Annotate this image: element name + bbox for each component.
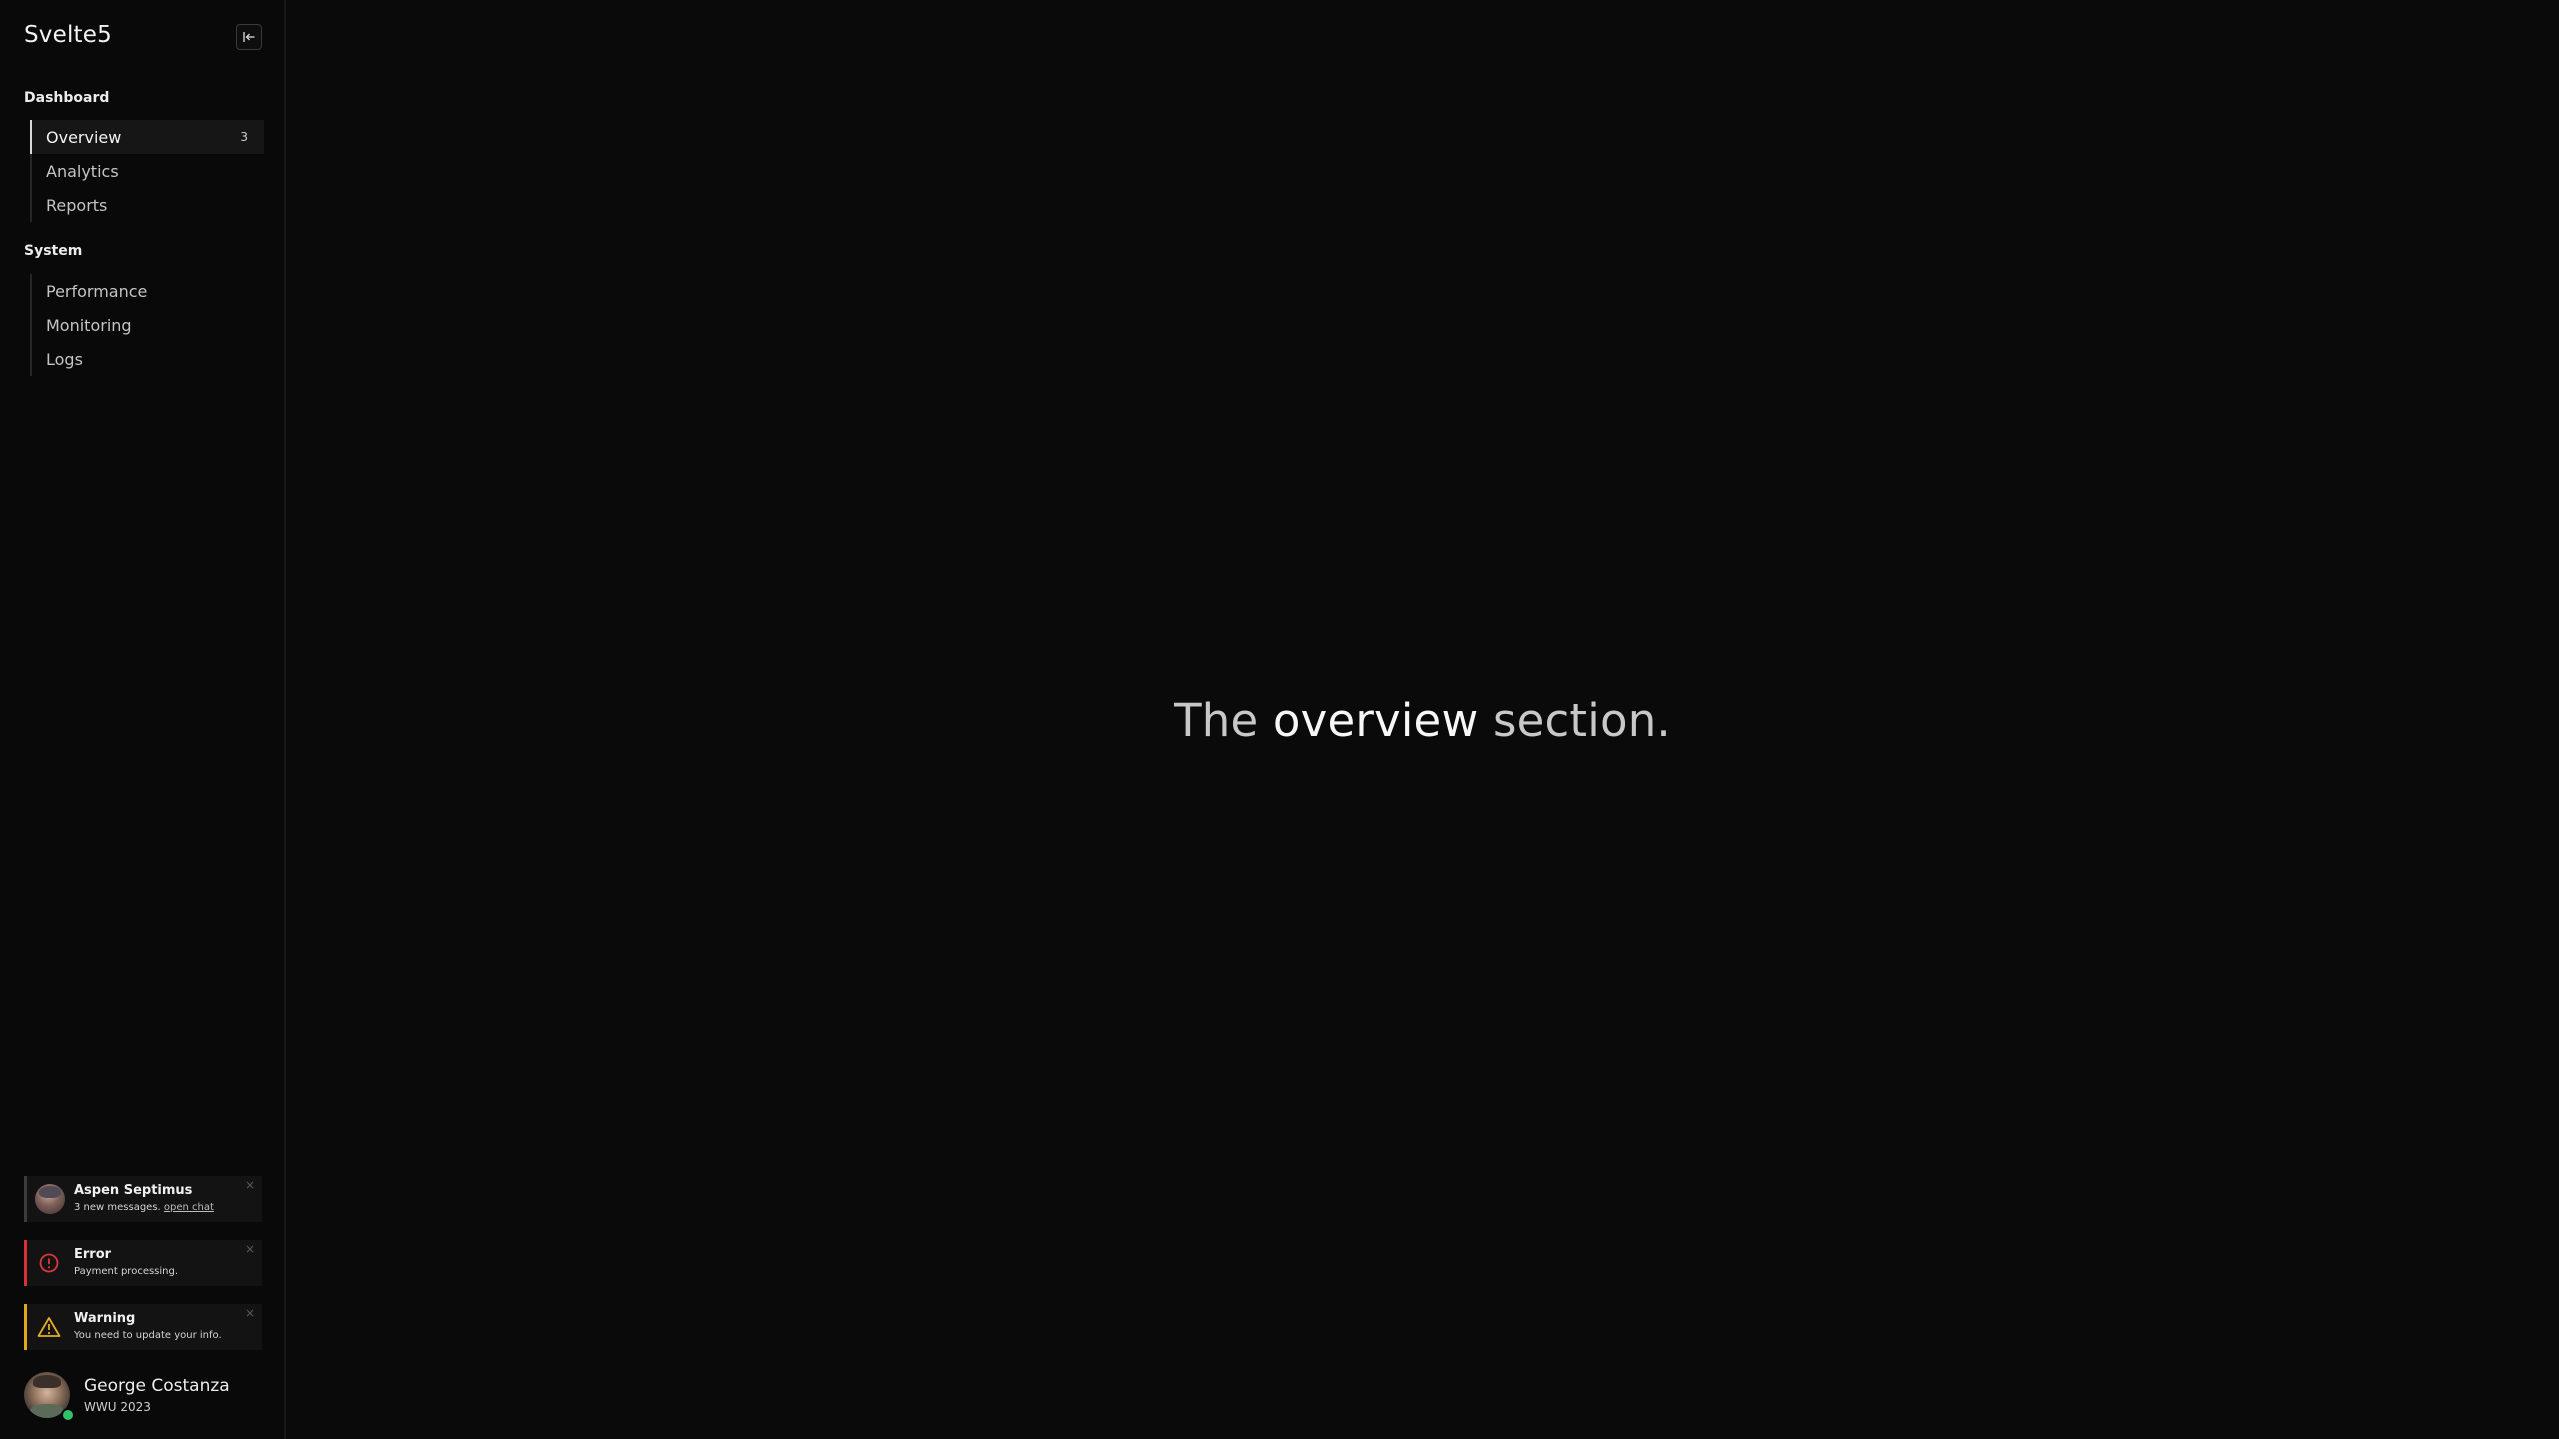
- notification-title: Warning: [74, 1311, 136, 1326]
- main-content: The overview section.: [286, 0, 2559, 1439]
- close-icon[interactable]: ×: [245, 1179, 255, 1191]
- alert-circle-icon: [35, 1249, 63, 1277]
- sidebar-item-label: Performance: [46, 281, 148, 301]
- sidebar-item-overview[interactable]: Overview 3: [30, 120, 264, 154]
- app: Svelte5 Dashboard Overview 3 Analytics R…: [0, 0, 2559, 1439]
- sidebar-item-performance[interactable]: Performance: [32, 274, 264, 308]
- sidebar-item-label: Reports: [46, 195, 108, 215]
- collapse-sidebar-button[interactable]: [236, 24, 262, 50]
- heading-section-name: overview: [1272, 694, 1479, 747]
- sidebar-item-logs[interactable]: Logs: [32, 342, 264, 376]
- user-name: George Costanza: [84, 1376, 230, 1396]
- notification-text: Payment processing.: [74, 1266, 179, 1277]
- notification-message: 3 new messages.: [74, 1202, 161, 1213]
- close-icon[interactable]: ×: [245, 1307, 255, 1319]
- notification-title: Error: [74, 1247, 112, 1262]
- sidebar-item-label: Analytics: [46, 161, 119, 181]
- sidebar-item-reports[interactable]: Reports: [32, 188, 264, 222]
- sidebar-item-label: Monitoring: [46, 315, 132, 335]
- section-title-system: System: [24, 243, 83, 259]
- nav-group-dashboard: Overview 3 Analytics Reports: [30, 120, 264, 222]
- user-subtitle: WWU 2023: [84, 1400, 151, 1414]
- section-title-dashboard: Dashboard: [24, 90, 110, 106]
- open-chat-link[interactable]: open chat: [164, 1202, 214, 1213]
- warning-triangle-icon: [35, 1313, 63, 1341]
- sidebar-item-label: Overview: [46, 127, 122, 147]
- heading-prefix: The: [1174, 694, 1273, 747]
- avatar: [35, 1184, 65, 1214]
- notification-title: Aspen Septimus: [74, 1183, 193, 1198]
- sidebar: Svelte5 Dashboard Overview 3 Analytics R…: [0, 0, 286, 1439]
- sidebar-item-label: Logs: [46, 349, 83, 369]
- sidebar-item-monitoring[interactable]: Monitoring: [32, 308, 264, 342]
- user-profile[interactable]: George Costanza WWU 2023: [24, 1372, 264, 1422]
- sidebar-item-analytics[interactable]: Analytics: [32, 154, 264, 188]
- nav-group-system: Performance Monitoring Logs: [30, 274, 264, 376]
- online-status-icon: [61, 1408, 75, 1422]
- notification-text: 3 new messages. open chat: [74, 1202, 214, 1213]
- heading-suffix: section.: [1478, 694, 1671, 747]
- error-notification: Error Payment processing. ×: [24, 1240, 262, 1286]
- warning-notification: Warning You need to update your info. ×: [24, 1304, 262, 1350]
- message-notification[interactable]: Aspen Septimus 3 new messages. open chat…: [24, 1176, 262, 1222]
- notification-text: You need to update your info.: [74, 1330, 222, 1341]
- count-badge: 3: [240, 130, 248, 144]
- collapse-sidebar-icon: [242, 30, 256, 44]
- page-heading: The overview section.: [286, 694, 2559, 747]
- brand-title: Svelte5: [24, 22, 112, 48]
- close-icon[interactable]: ×: [245, 1243, 255, 1255]
